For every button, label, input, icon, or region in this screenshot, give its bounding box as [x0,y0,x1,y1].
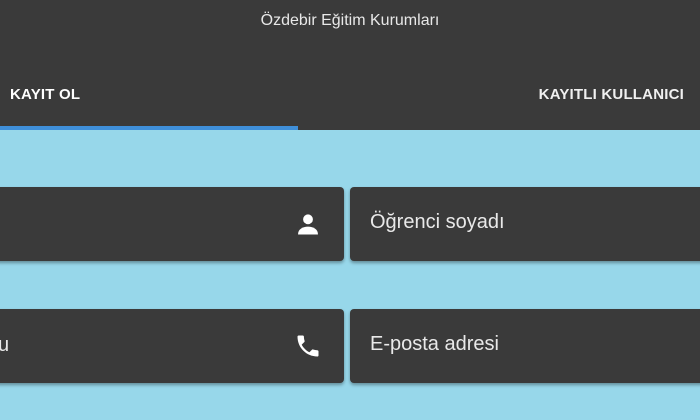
student-surname-placeholder: Öğrenci soyadı [370,211,505,233]
phone-field[interactable]: u [0,309,344,383]
email-field[interactable]: E-posta adresi [350,309,700,383]
student-surname-field[interactable]: Öğrenci soyadı [350,187,700,261]
student-name-field[interactable] [0,187,344,261]
active-tab-indicator [0,126,298,130]
app-title: Özdebir Eğitim Kurumları [260,12,440,29]
phone-icon [294,332,322,360]
app-header: Özdebir Eğitim Kurumları KAYIT OL KAYITL… [0,0,700,130]
tab-registered-user[interactable]: KAYITLI KULLANICI [539,86,684,103]
email-placeholder: E-posta adresi [370,333,499,355]
person-icon [294,210,322,238]
tab-register[interactable]: KAYIT OL [10,86,80,103]
phone-placeholder: u [0,334,10,356]
